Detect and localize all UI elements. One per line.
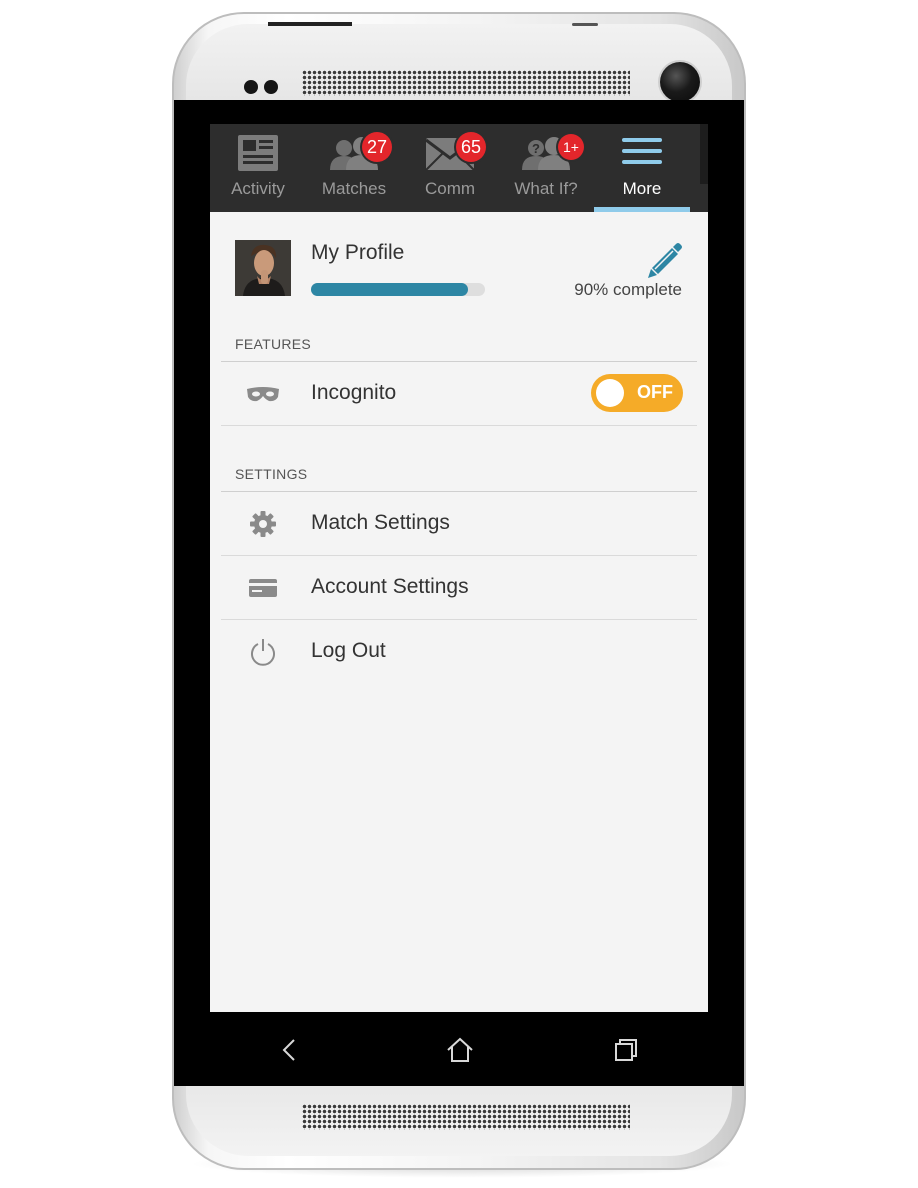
log-out-row[interactable]: Log Out: [221, 620, 697, 684]
app-screen: Activity 27 Matches 65 Comm ? 1+ What If…: [210, 124, 708, 1012]
tab-label: Matches: [321, 179, 387, 198]
front-sensor: [244, 80, 258, 94]
what-if-badge: 1+: [558, 134, 584, 160]
recent-apps-icon[interactable]: [606, 1030, 646, 1070]
screen-bezel: Activity 27 Matches 65 Comm ? 1+ What If…: [174, 100, 744, 1086]
newspaper-icon: [210, 134, 306, 174]
tab-activity[interactable]: Activity: [210, 124, 306, 212]
phone-top-notch: [572, 23, 598, 26]
top-tab-bar: Activity 27 Matches 65 Comm ? 1+ What If…: [210, 124, 708, 212]
profile-progress-fill: [311, 283, 468, 296]
home-icon[interactable]: [440, 1030, 480, 1070]
profile-title: My Profile: [311, 241, 405, 264]
tab-matches[interactable]: 27 Matches: [306, 124, 402, 212]
hamburger-icon: [594, 134, 690, 174]
pencil-icon[interactable]: [644, 240, 684, 280]
avatar: [235, 240, 291, 296]
tab-label: Activity: [231, 179, 285, 198]
front-sensor: [264, 80, 278, 94]
earpiece-speaker: [302, 70, 630, 96]
tab-label: Comm: [424, 179, 476, 198]
tab-label: More: [622, 179, 662, 198]
gear-icon: [245, 510, 281, 538]
tab-label: What If?: [514, 179, 578, 198]
mask-icon: [245, 380, 281, 408]
my-profile-row[interactable]: My Profile 90% complete: [210, 212, 708, 318]
tab-more[interactable]: More: [594, 124, 690, 212]
incognito-row: Incognito OFF: [221, 362, 697, 426]
tabbar-edge: [700, 124, 708, 184]
tab-what-if[interactable]: ? 1+ What If?: [498, 124, 594, 212]
log-out-label: Log Out: [311, 639, 386, 662]
settings-header: SETTINGS: [221, 462, 697, 492]
phone-top-strip: [268, 22, 352, 26]
match-settings-row[interactable]: Match Settings: [221, 492, 697, 556]
tab-comm[interactable]: 65 Comm: [402, 124, 498, 212]
power-icon: [245, 638, 281, 666]
bottom-speaker: [302, 1104, 630, 1130]
profile-completion-text: 90% complete: [574, 280, 682, 299]
system-nav-bar: [174, 1012, 744, 1086]
phone-top-bezel: [186, 22, 732, 102]
front-camera: [660, 62, 700, 102]
profile-progress-bar: [311, 283, 485, 296]
toggle-knob: [596, 379, 624, 407]
svg-text:?: ?: [532, 141, 540, 156]
back-icon[interactable]: [270, 1030, 310, 1070]
incognito-label: Incognito: [311, 381, 397, 404]
toggle-state-text: OFF: [637, 382, 673, 402]
account-settings-row[interactable]: Account Settings: [221, 556, 697, 620]
phone-body: Activity 27 Matches 65 Comm ? 1+ What If…: [172, 12, 746, 1170]
match-settings-label: Match Settings: [311, 511, 450, 534]
features-header: FEATURES: [221, 332, 697, 362]
comm-badge: 65: [456, 132, 486, 162]
account-settings-label: Account Settings: [311, 575, 469, 598]
incognito-toggle[interactable]: OFF: [591, 374, 683, 412]
matches-badge: 27: [362, 132, 392, 162]
phone-bottom-bezel: [186, 1086, 732, 1156]
credit-card-icon: [245, 574, 281, 602]
